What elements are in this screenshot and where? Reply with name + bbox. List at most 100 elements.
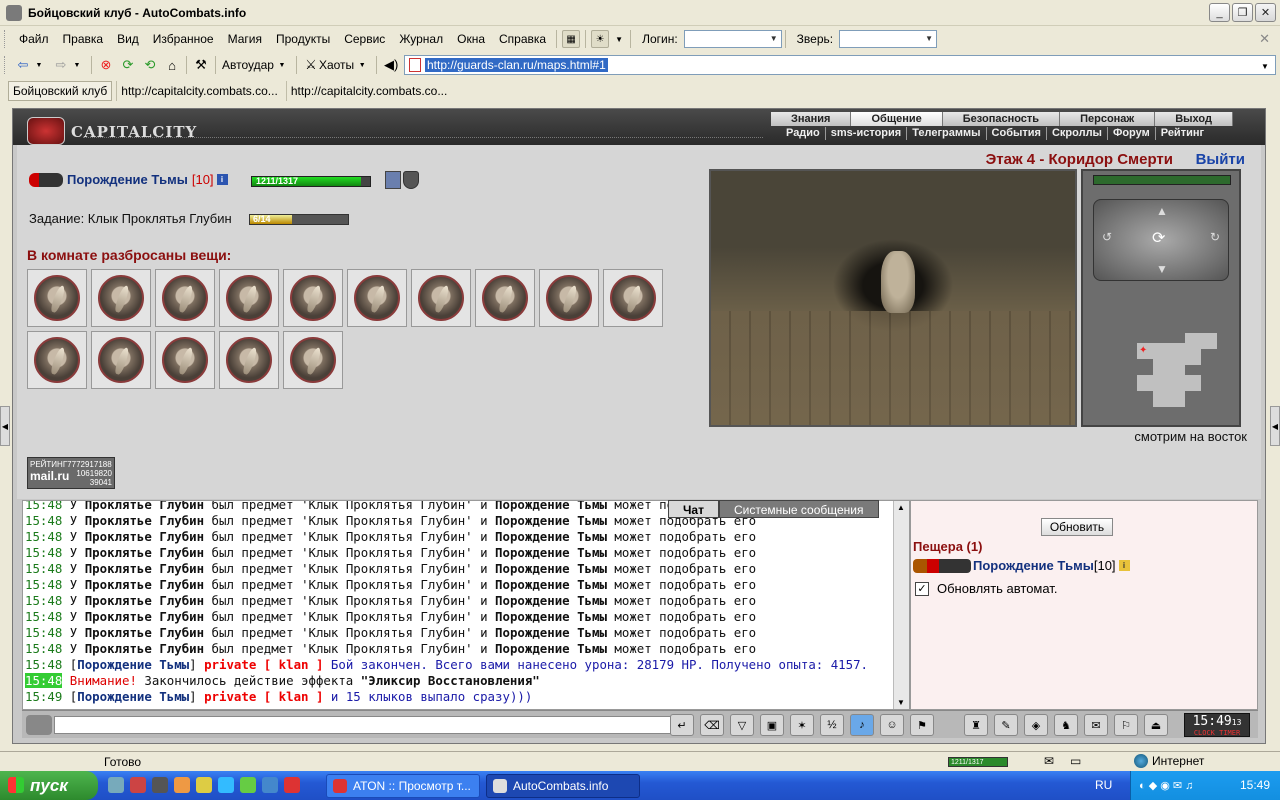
monster-icon[interactable]: [881, 251, 915, 313]
menu-service[interactable]: Сервис: [337, 32, 392, 46]
inventory-icon[interactable]: ♜: [964, 714, 988, 736]
filter-icon[interactable]: ▽: [730, 714, 754, 736]
chevron-down-icon[interactable]: ▼: [1257, 58, 1273, 74]
shield-icon[interactable]: [403, 171, 419, 189]
exit-dungeon-link[interactable]: Выйти: [1196, 151, 1245, 168]
toolbar-grip[interactable]: [4, 56, 8, 74]
music-icon[interactable]: ♪: [850, 714, 874, 736]
chevron-down-icon[interactable]: ▼: [768, 32, 780, 46]
player-name[interactable]: Порождение Тьмы: [67, 172, 188, 187]
quicklaunch-ie-icon[interactable]: [108, 777, 124, 793]
quicklaunch-ie2-icon[interactable]: [262, 777, 278, 793]
quicklaunch-skype-icon[interactable]: [218, 777, 234, 793]
mailru-rating-counter[interactable]: РЕЙТИНГ7772917188 mail.ru 10619820 39041: [27, 457, 115, 489]
link-capitalcity-1[interactable]: http://capitalcity.combats.co...: [116, 81, 282, 101]
minimize-button[interactable]: _: [1209, 3, 1230, 22]
room-item-fang[interactable]: [475, 269, 535, 327]
menu-edit[interactable]: Правка: [56, 32, 111, 46]
room-item-fang[interactable]: [219, 331, 279, 389]
chat-input[interactable]: [54, 716, 690, 734]
arrow-down-icon[interactable]: ▼: [1156, 262, 1168, 276]
room-item-fang[interactable]: [347, 269, 407, 327]
nav-security[interactable]: Безопасность: [942, 112, 1061, 126]
chat-nick[interactable]: Порождение Тьмы: [77, 689, 189, 704]
subnav-events[interactable]: События: [987, 127, 1047, 140]
tab-chat[interactable]: Чат: [668, 500, 719, 518]
subnav-sms-history[interactable]: sms-история: [826, 127, 908, 140]
gift-icon[interactable]: ✉: [1084, 714, 1108, 736]
refresh-button[interactable]: Обновить: [1041, 518, 1113, 536]
language-indicator[interactable]: RU: [1095, 778, 1112, 792]
subnav-forum[interactable]: Форум: [1108, 127, 1156, 140]
eraser-icon[interactable]: ⌫: [700, 714, 724, 736]
quicklaunch-icq-icon[interactable]: [240, 777, 256, 793]
chevron-down-icon[interactable]: ▼: [923, 32, 935, 46]
room-player-name[interactable]: Порождение Тьмы: [973, 558, 1094, 573]
room-item-fang[interactable]: [155, 269, 215, 327]
brb-icon[interactable]: ▦: [562, 30, 581, 48]
refresh-map-icon[interactable]: ⟳: [1152, 228, 1165, 248]
scroll-up-icon[interactable]: ▲: [897, 503, 905, 512]
smiley-icon[interactable]: [26, 715, 52, 735]
emoji-icon[interactable]: ☺: [880, 714, 904, 736]
save-icon[interactable]: ▣: [760, 714, 784, 736]
subnav-radio[interactable]: Радио: [781, 127, 826, 140]
quicklaunch-opera-icon[interactable]: [284, 777, 300, 793]
turn-right-icon[interactable]: ↻: [1210, 230, 1220, 244]
subnav-rating[interactable]: Рейтинг: [1156, 127, 1209, 140]
left-collapse-arrow[interactable]: ◀: [0, 406, 10, 446]
chat-scrollbar[interactable]: ▲ ▼: [893, 501, 909, 709]
info-icon[interactable]: i: [1118, 560, 1130, 571]
right-collapse-arrow[interactable]: ◀: [1270, 406, 1280, 446]
menu-windows[interactable]: Окна: [450, 32, 492, 46]
nav-communication[interactable]: Общение: [851, 112, 943, 126]
movement-compass[interactable]: ▲ ↺ ↻ ▼ ⟳: [1093, 199, 1229, 281]
chat-log[interactable]: 15:48 У Проклятье Глубин был предмет 'Кл…: [22, 500, 910, 710]
menu-journal[interactable]: Журнал: [392, 32, 450, 46]
tools-button[interactable]: ⚒: [190, 55, 212, 75]
scroll-tool-icon[interactable]: ✎: [994, 714, 1018, 736]
room-item-fang[interactable]: [27, 331, 87, 389]
refresh-all-button[interactable]: ⟲: [139, 55, 161, 75]
quicklaunch-app-icon[interactable]: [130, 777, 146, 793]
lightbulb-icon[interactable]: ☀: [591, 30, 610, 48]
room-item-fang[interactable]: [155, 331, 215, 389]
tab-system-messages[interactable]: Системные сообщения: [718, 500, 879, 518]
start-button[interactable]: пуск: [0, 771, 98, 800]
menu-view[interactable]: Вид: [110, 32, 146, 46]
chevron-down-icon[interactable]: ▼: [611, 31, 627, 47]
network-icon[interactable]: ▭: [1070, 754, 1081, 768]
refresh-button[interactable]: ⟳: [117, 55, 139, 75]
quicklaunch-tool-icon[interactable]: [196, 777, 212, 793]
address-url[interactable]: http://guards-clan.ru/maps.html#1: [425, 58, 608, 72]
quicklaunch-media-icon[interactable]: [152, 777, 168, 793]
arrow-up-icon[interactable]: ▲: [1156, 204, 1168, 218]
link-capitalcity-2[interactable]: http://capitalcity.combats.co...: [285, 81, 452, 101]
menu-file[interactable]: Файл: [12, 32, 56, 46]
menu-favorites[interactable]: Избранное: [146, 32, 221, 46]
room-item-fang[interactable]: [411, 269, 471, 327]
info-icon[interactable]: i: [216, 174, 228, 185]
task-aton[interactable]: ATON :: Просмотр т...: [326, 774, 480, 798]
chaos-button[interactable]: ⚔ Хаоты ▼: [300, 55, 373, 75]
autohit-button[interactable]: Автоудар ▼: [219, 55, 293, 75]
mail-icon[interactable]: ✉: [1044, 754, 1054, 768]
tray-icons[interactable]: ◐ ◆ ◉ ✉ ♫: [1139, 779, 1193, 792]
room-item-fang[interactable]: [91, 331, 151, 389]
back-button[interactable]: ⇦ ▼: [12, 55, 50, 75]
maximize-button[interactable]: ❐: [1232, 3, 1253, 22]
chat-private-tag[interactable]: private [ klan ]: [204, 689, 323, 704]
player-status-icons[interactable]: [913, 558, 971, 573]
subnav-telegrams[interactable]: Телеграммы: [907, 127, 987, 140]
login-combo[interactable]: ▼: [683, 30, 782, 48]
nav-knowledge[interactable]: Знания: [771, 112, 852, 126]
fighter-icon[interactable]: ✶: [790, 714, 814, 736]
subnav-scrolls[interactable]: Скроллы: [1047, 127, 1108, 140]
link-fight-club[interactable]: Бойцовский клуб: [8, 81, 113, 101]
half-icon[interactable]: ½: [820, 714, 844, 736]
toolbar-grip[interactable]: [4, 30, 8, 48]
enter-icon[interactable]: ↵: [670, 714, 694, 736]
scroll-down-icon[interactable]: ▼: [897, 698, 905, 707]
menu-magic[interactable]: Магия: [221, 32, 269, 46]
close-icon[interactable]: ✕: [1259, 31, 1270, 47]
